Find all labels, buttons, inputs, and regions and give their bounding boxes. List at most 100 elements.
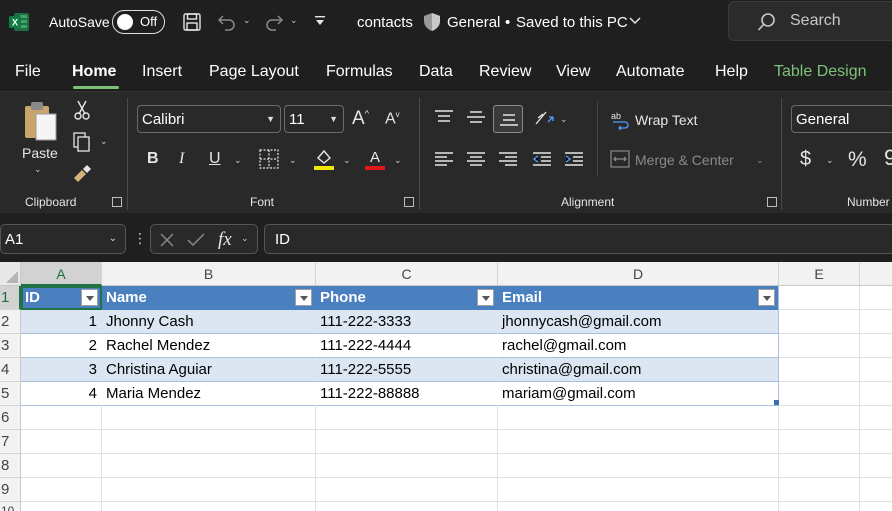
font-name-combo[interactable]: Calibri ▼	[137, 105, 281, 133]
formula-input[interactable]: ID	[264, 224, 892, 254]
row-header[interactable]: 6	[0, 406, 21, 430]
empty-cell[interactable]	[779, 310, 860, 334]
empty-cell[interactable]	[860, 406, 892, 430]
empty-cell[interactable]	[316, 406, 498, 430]
column-header-d[interactable]: D	[498, 262, 779, 286]
row-header[interactable]: 5	[0, 382, 21, 406]
table-cell[interactable]: 3	[21, 358, 102, 382]
table-resize-handle[interactable]	[774, 400, 779, 405]
borders-icon[interactable]	[259, 149, 279, 172]
table-cell[interactable]: Maria Mendez	[102, 382, 316, 406]
empty-cell[interactable]	[779, 382, 860, 406]
increase-indent-icon[interactable]	[564, 151, 584, 170]
filter-dropdown-icon[interactable]	[758, 289, 775, 306]
percent-button[interactable]: %	[848, 149, 867, 170]
table-cell[interactable]: 2	[21, 334, 102, 358]
worksheet-grid[interactable]: A B C D E 1 2 3 4 5 6 7 8 9 10 ID Name P…	[0, 262, 892, 511]
orientation-dropdown-icon[interactable]: ⌄	[560, 114, 568, 125]
empty-cell[interactable]	[860, 478, 892, 502]
wrap-text-label[interactable]: Wrap Text	[635, 113, 698, 127]
align-right-icon[interactable]	[498, 151, 518, 170]
table-cell[interactable]: 111-222-4444	[316, 334, 498, 358]
tab-data[interactable]: Data	[419, 63, 453, 81]
select-all-button[interactable]	[0, 262, 21, 286]
chevron-down-icon[interactable]: ⌄	[241, 233, 249, 244]
paste-icon[interactable]	[22, 100, 60, 147]
underline-dropdown-icon[interactable]: ⌄	[234, 155, 242, 166]
empty-cell[interactable]	[498, 454, 779, 478]
empty-cell[interactable]	[860, 310, 892, 334]
table-cell[interactable]: christina@gmail.com	[498, 358, 779, 382]
undo-icon[interactable]	[216, 11, 238, 38]
empty-cell[interactable]	[21, 478, 102, 502]
column-header-c[interactable]: C	[316, 262, 498, 286]
customize-toolbar-icon[interactable]	[313, 14, 327, 33]
column-header-f[interactable]	[860, 262, 892, 286]
tab-insert[interactable]: Insert	[142, 63, 182, 81]
decrease-font-size-icon[interactable]: Av	[385, 111, 400, 127]
more-options-icon[interactable]: ⋮	[133, 230, 147, 247]
orientation-icon[interactable]	[534, 108, 556, 131]
empty-cell[interactable]	[860, 382, 892, 406]
table-cell[interactable]: 111-222-3333	[316, 310, 498, 334]
sensitivity-label[interactable]: General	[447, 14, 500, 31]
tab-page-layout[interactable]: Page Layout	[209, 63, 299, 81]
fill-color-dropdown-icon[interactable]: ⌄	[343, 155, 351, 166]
name-box[interactable]: A1 ⌄	[0, 224, 126, 254]
table-cell[interactable]: 111-222-5555	[316, 358, 498, 382]
empty-cell[interactable]	[860, 454, 892, 478]
format-painter-icon[interactable]	[72, 164, 92, 187]
copy-icon[interactable]	[72, 132, 92, 155]
autosave-toggle[interactable]: Off	[112, 10, 165, 34]
alignment-launcher-icon[interactable]	[767, 197, 777, 207]
table-cell[interactable]: Christina Aguiar	[102, 358, 316, 382]
align-bottom-icon[interactable]	[493, 105, 523, 133]
empty-cell[interactable]	[102, 478, 316, 502]
paste-label[interactable]: Paste	[22, 146, 58, 160]
table-cell[interactable]: 4	[21, 382, 102, 406]
font-color-icon[interactable]: A	[365, 148, 385, 173]
tab-automate[interactable]: Automate	[616, 63, 684, 81]
row-header[interactable]: 10	[0, 502, 21, 511]
underline-button[interactable]: U	[209, 151, 221, 167]
currency-dropdown-icon[interactable]: ⌄	[826, 155, 834, 166]
decrease-indent-icon[interactable]	[532, 151, 552, 170]
table-cell[interactable]: Jhonny Cash	[102, 310, 316, 334]
enter-icon[interactable]	[187, 232, 205, 251]
cut-icon[interactable]	[74, 100, 90, 123]
table-cell[interactable]: 1	[21, 310, 102, 334]
align-left-icon[interactable]	[434, 151, 454, 170]
empty-cell[interactable]	[316, 430, 498, 454]
empty-cell[interactable]	[779, 430, 860, 454]
column-header-a[interactable]: A	[21, 262, 102, 286]
tab-help[interactable]: Help	[715, 63, 748, 81]
borders-dropdown-icon[interactable]: ⌄	[289, 155, 297, 166]
empty-cell[interactable]	[498, 478, 779, 502]
row-header[interactable]: 8	[0, 454, 21, 478]
merge-dropdown-icon[interactable]: ⌄	[756, 155, 764, 166]
empty-cell[interactable]	[498, 502, 779, 511]
row-header[interactable]: 9	[0, 478, 21, 502]
table-cell[interactable]: jhonnycash@gmail.com	[498, 310, 779, 334]
align-middle-icon[interactable]	[466, 109, 486, 128]
column-header-b[interactable]: B	[102, 262, 316, 286]
empty-cell[interactable]	[779, 334, 860, 358]
insert-function-button[interactable]: fx	[218, 230, 232, 249]
comma-style-icon[interactable]: 9	[884, 147, 892, 169]
merge-center-label[interactable]: Merge & Center	[635, 153, 734, 167]
tab-review[interactable]: Review	[479, 63, 531, 81]
save-icon[interactable]	[182, 12, 202, 37]
empty-cell[interactable]	[102, 406, 316, 430]
row-header[interactable]: 3	[0, 334, 21, 358]
empty-cell[interactable]	[779, 286, 860, 310]
empty-cell[interactable]	[21, 502, 102, 511]
wrap-text-icon[interactable]: ab	[610, 110, 630, 133]
align-center-icon[interactable]	[466, 151, 486, 170]
empty-cell[interactable]	[316, 478, 498, 502]
empty-cell[interactable]	[779, 478, 860, 502]
empty-cell[interactable]	[316, 502, 498, 511]
tab-formulas[interactable]: Formulas	[326, 63, 393, 81]
empty-cell[interactable]	[21, 406, 102, 430]
tab-table-design[interactable]: Table Design	[774, 63, 867, 81]
table-cell[interactable]: Rachel Mendez	[102, 334, 316, 358]
